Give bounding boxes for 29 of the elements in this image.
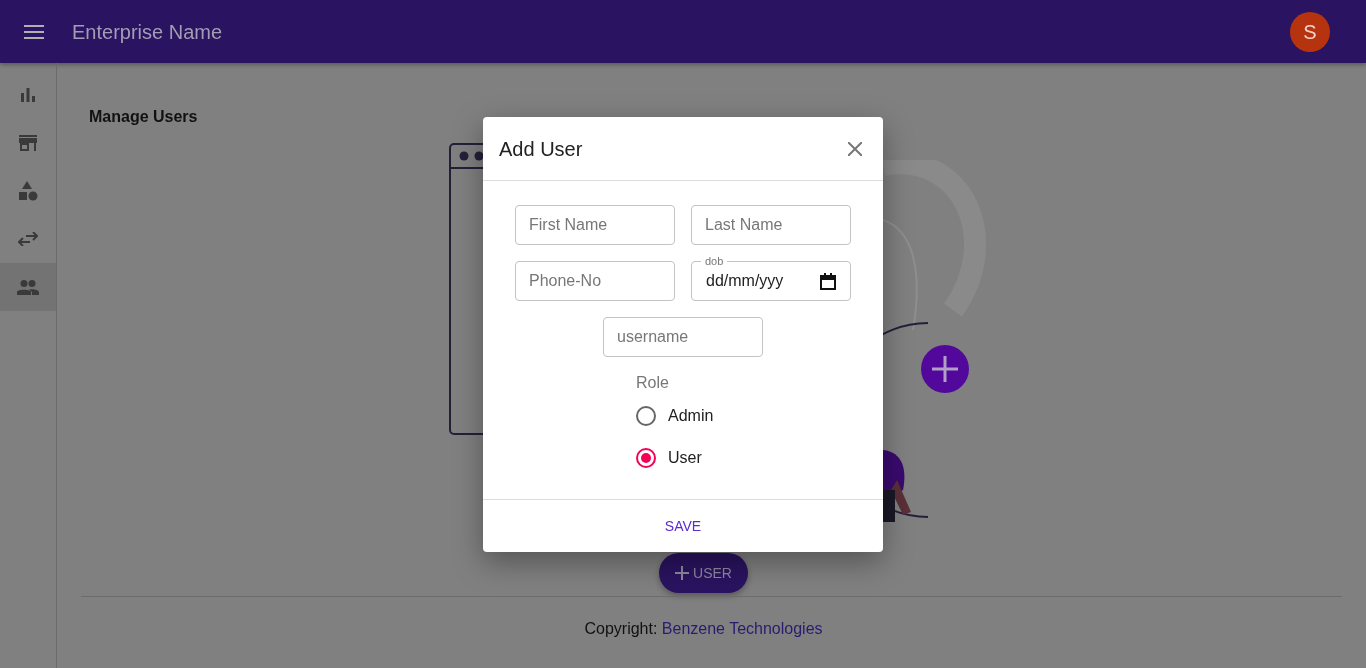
save-button[interactable]: SAVE	[654, 509, 712, 543]
role-label: Role	[636, 373, 670, 393]
input-field[interactable]: Phone-No	[515, 261, 675, 301]
shapes-icon	[18, 181, 38, 201]
menu-icon[interactable]	[24, 24, 44, 39]
input-field[interactable]: Last Name	[691, 205, 851, 245]
plus-icon	[675, 566, 690, 580]
input-field[interactable]: username	[603, 317, 763, 357]
role-option[interactable]: Admin	[636, 395, 851, 437]
swap-arrows-icon	[18, 232, 38, 246]
store-icon	[19, 135, 37, 151]
page-title: Manage Users	[89, 107, 199, 127]
copyright-text: Copyright: Benzene Technologies	[583, 619, 824, 639]
radio-button[interactable]	[636, 448, 656, 468]
radio-button[interactable]	[636, 406, 656, 426]
bar-chart-icon	[20, 87, 36, 103]
add-user-button[interactable]: USER	[659, 553, 748, 593]
field-label: dob	[701, 254, 728, 268]
user-avatar[interactable]: S	[1290, 11, 1330, 52]
input-field[interactable]: First Name	[515, 205, 675, 245]
dialog-title: Add User	[499, 136, 583, 162]
date-value: dd/mm/yyy	[706, 271, 784, 291]
sidebar-item[interactable]	[0, 263, 56, 311]
app-title: Enterprise Name	[72, 19, 223, 45]
close-icon	[848, 141, 862, 156]
role-option[interactable]: User	[636, 437, 851, 479]
calendar-icon[interactable]	[820, 272, 836, 290]
people-icon	[17, 279, 39, 295]
company-link[interactable]: Benzene Technologies	[661, 620, 823, 637]
